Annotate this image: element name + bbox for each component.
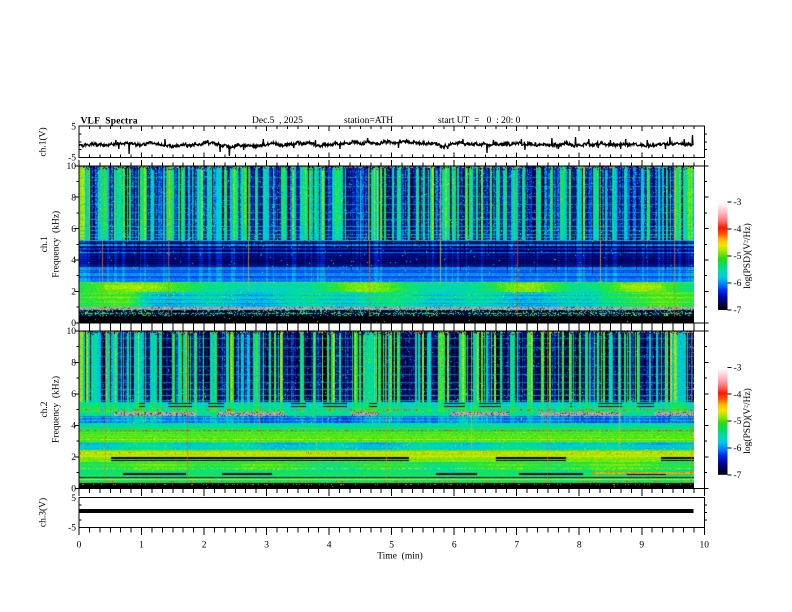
svg-text:-7: -7: [734, 306, 742, 316]
svg-text:-6: -6: [734, 444, 742, 454]
svg-text:8: 8: [577, 541, 582, 551]
svg-text:VLF Spectra: VLF Spectra: [81, 117, 138, 127]
svg-text:8: 8: [71, 193, 76, 203]
svg-text:start UT = 0 : 20: 0: start UT = 0 : 20: 0: [438, 116, 521, 126]
svg-text:-6: -6: [734, 279, 742, 289]
svg-text:Frequency (kHz): Frequency (kHz): [51, 211, 62, 278]
svg-text:10: 10: [700, 541, 710, 551]
svg-text:4: 4: [327, 541, 332, 551]
svg-text:-3: -3: [734, 364, 742, 374]
svg-text:7: 7: [514, 541, 519, 551]
svg-text:8: 8: [71, 359, 76, 369]
svg-text:4: 4: [71, 256, 76, 266]
svg-text:ch.1(V): ch.1(V): [38, 127, 49, 156]
svg-text:6: 6: [71, 390, 76, 400]
svg-text:2: 2: [202, 541, 207, 551]
svg-text:9: 9: [639, 541, 644, 551]
svg-text:-3: -3: [734, 198, 742, 208]
svg-text:-5: -5: [734, 417, 742, 427]
svg-text:station=ATH: station=ATH: [344, 116, 393, 126]
svg-text:-5: -5: [734, 252, 742, 262]
svg-text:3: 3: [264, 541, 269, 551]
svg-text:log(PSD)(V2/Hz): log(PSD)(V2/Hz): [742, 223, 753, 289]
svg-text:2: 2: [71, 288, 76, 298]
svg-text:10: 10: [67, 162, 77, 172]
svg-text:ch.3(V): ch.3(V): [38, 498, 49, 527]
svg-text:Time (min): Time (min): [377, 551, 423, 562]
svg-text:6: 6: [71, 225, 76, 235]
svg-text:-5: -5: [68, 524, 76, 534]
svg-text:6: 6: [452, 541, 457, 551]
svg-text:-4: -4: [734, 390, 742, 400]
svg-text:ch.1: ch.1: [40, 236, 50, 252]
svg-text:ch.2: ch.2: [40, 401, 50, 417]
svg-text:log(PSD)(V2/Hz): log(PSD)(V2/Hz): [742, 388, 753, 454]
svg-text:5: 5: [71, 494, 76, 504]
svg-text:4: 4: [71, 422, 76, 432]
svg-text:10: 10: [67, 327, 77, 337]
svg-text:Dec.5 , 2025: Dec.5 , 2025: [252, 116, 303, 126]
svg-text:-5: -5: [68, 154, 76, 164]
svg-text:Frequency (kHz): Frequency (kHz): [51, 376, 62, 443]
svg-text:-4: -4: [734, 225, 742, 235]
svg-text:5: 5: [71, 123, 76, 133]
svg-text:5: 5: [389, 541, 394, 551]
svg-text:0: 0: [77, 541, 82, 551]
svg-text:1: 1: [139, 541, 144, 551]
svg-text:2: 2: [71, 453, 76, 463]
svg-text:-7: -7: [734, 471, 742, 481]
